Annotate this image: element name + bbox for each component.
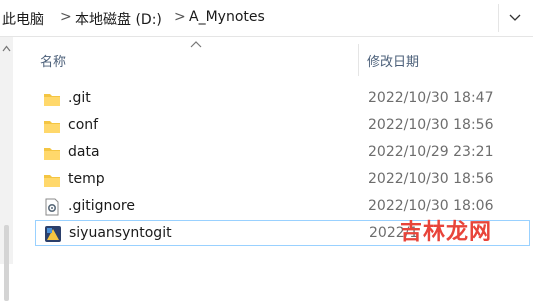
file-date: 2022/10/29 23:21	[368, 144, 494, 160]
file-name: .git	[68, 90, 91, 106]
file-date: 2022/10/30 18:06	[368, 198, 494, 214]
file-row-data[interactable]: data 2022/10/29 23:21	[35, 140, 533, 166]
watermark-text: 吉林龙网	[400, 220, 493, 245]
column-header-name[interactable]: 名称	[40, 51, 66, 70]
file-row-git[interactable]: .git 2022/10/30 18:47	[35, 86, 533, 112]
file-name: siyuansyntogit	[69, 225, 172, 241]
breadcrumb-separator-icon[interactable]: >	[60, 9, 72, 25]
file-name: .gitignore	[68, 198, 135, 214]
scroll-up-icon[interactable]	[2, 45, 11, 52]
address-history-button[interactable]	[498, 4, 531, 32]
chevron-down-icon	[509, 14, 521, 21]
file-name: conf	[68, 117, 99, 133]
breadcrumb-this-pc[interactable]: 此电脑	[2, 9, 44, 29]
address-bar[interactable]: 此电脑 > 本地磁盘 (D:) > A_Mynotes	[0, 0, 533, 37]
file-date: 2022/10/30 18:56	[368, 117, 494, 133]
column-header-date-modified[interactable]: 修改日期	[367, 51, 419, 70]
folder-icon	[44, 148, 60, 160]
column-divider[interactable]	[358, 44, 359, 76]
file-name: data	[68, 144, 100, 160]
folder-icon	[44, 175, 60, 187]
file-name: temp	[68, 171, 105, 187]
file-date: 2022/10/30 18:56	[368, 171, 494, 187]
file-row-conf[interactable]: conf 2022/10/30 18:56	[35, 113, 533, 139]
settings-file-icon	[45, 198, 59, 216]
nav-scrollbar-thumb[interactable]	[4, 225, 9, 301]
folder-icon	[44, 94, 60, 106]
navigation-pane[interactable]	[0, 37, 13, 301]
folder-icon	[44, 121, 60, 133]
sort-ascending-icon	[190, 41, 202, 48]
breadcrumb-separator-icon[interactable]: >	[174, 9, 186, 25]
app-icon	[45, 226, 61, 242]
file-date: 2022/10/30 18:47	[368, 90, 494, 106]
file-row-temp[interactable]: temp 2022/10/30 18:56	[35, 167, 533, 193]
breadcrumb-drive-d[interactable]: 本地磁盘 (D:)	[75, 9, 162, 29]
breadcrumb-a-mynotes[interactable]: A_Mynotes	[189, 9, 265, 25]
watermark: 吉林龙网	[400, 214, 492, 246]
